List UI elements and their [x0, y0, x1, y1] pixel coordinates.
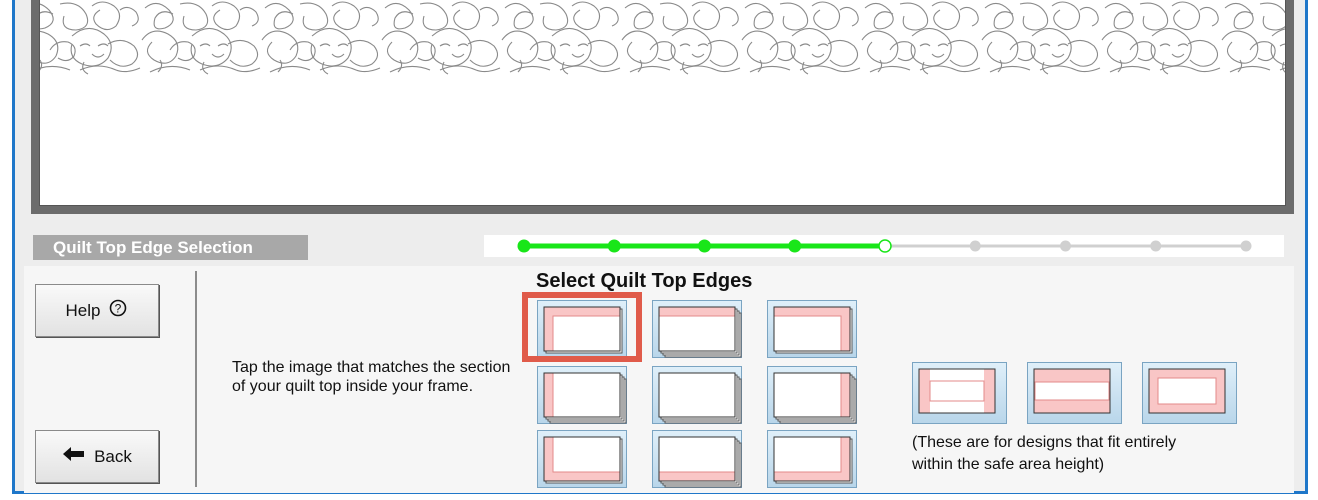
edge-option-left-edge[interactable]: [537, 366, 627, 424]
safe-area-option-left-right-edges[interactable]: [912, 362, 1007, 424]
safe-area-note-line-2: within the safe area height): [912, 456, 1105, 473]
edge-option-top-edge[interactable]: [652, 300, 742, 358]
back-button[interactable]: Back: [35, 430, 159, 483]
progress-step-8: [1150, 240, 1162, 252]
instructions-text: Tap the image that matches the section o…: [232, 359, 511, 395]
edge-option-icon: [658, 372, 742, 424]
edge-option-top-right-corner[interactable]: [767, 300, 857, 358]
edge-option-icon: [543, 372, 627, 424]
edge-option-bottom-right-corner[interactable]: [767, 430, 857, 488]
progress-step-3: [698, 239, 711, 253]
progress-step-7: [1060, 240, 1071, 252]
progress-step-2: [607, 239, 621, 253]
edge-option-icon: [773, 306, 853, 354]
progress-step-5: [878, 239, 892, 253]
edge-option-right-edge[interactable]: [767, 366, 857, 424]
edge-option-middle[interactable]: [652, 366, 742, 424]
pantograph-pattern: [40, 1, 1285, 75]
preview-canvas: [39, 0, 1286, 206]
safe-area-option-icon: [1033, 368, 1111, 414]
svg-text:?: ?: [115, 302, 122, 316]
safe-area-option-top-bottom-edges[interactable]: [1027, 362, 1122, 424]
divider: [195, 271, 197, 487]
progress-step-6: [969, 240, 981, 252]
question-circle-icon: ?: [108, 298, 128, 323]
safe-area-note: (These are for designs that fit entirely…: [912, 432, 1272, 476]
edge-option-icon: [773, 436, 853, 484]
help-label: Help: [65, 300, 101, 320]
safe-area-option-full-border[interactable]: [1142, 362, 1237, 424]
design-preview: [31, 0, 1294, 214]
section-label: Quilt Top Edge Selection: [33, 235, 308, 260]
safe-area-note-line-1: (These are for designs that fit entirely: [912, 434, 1177, 451]
edge-option-icon: [773, 372, 857, 424]
progress-bar: [484, 235, 1284, 257]
left-arrow-icon: [62, 446, 86, 467]
progress-step-9: [1240, 240, 1252, 252]
edge-option-icon: [658, 306, 742, 358]
edge-option-bottom-left-corner[interactable]: [537, 430, 627, 488]
edge-option-icon: [658, 436, 742, 488]
safe-area-option-icon: [1148, 368, 1226, 414]
progress-step-4: [788, 239, 802, 253]
edge-option-icon: [543, 436, 623, 484]
edge-option-icon: [543, 306, 623, 354]
progress-step-1: [517, 239, 531, 253]
edge-option-top-left-corner[interactable]: [537, 300, 627, 358]
safe-area-option-icon: [918, 368, 996, 414]
help-button[interactable]: Help ?: [35, 284, 159, 337]
back-label: Back: [94, 446, 132, 466]
page-title: Select Quilt Top Edges: [536, 270, 753, 292]
edge-option-bottom-edge[interactable]: [652, 430, 742, 488]
